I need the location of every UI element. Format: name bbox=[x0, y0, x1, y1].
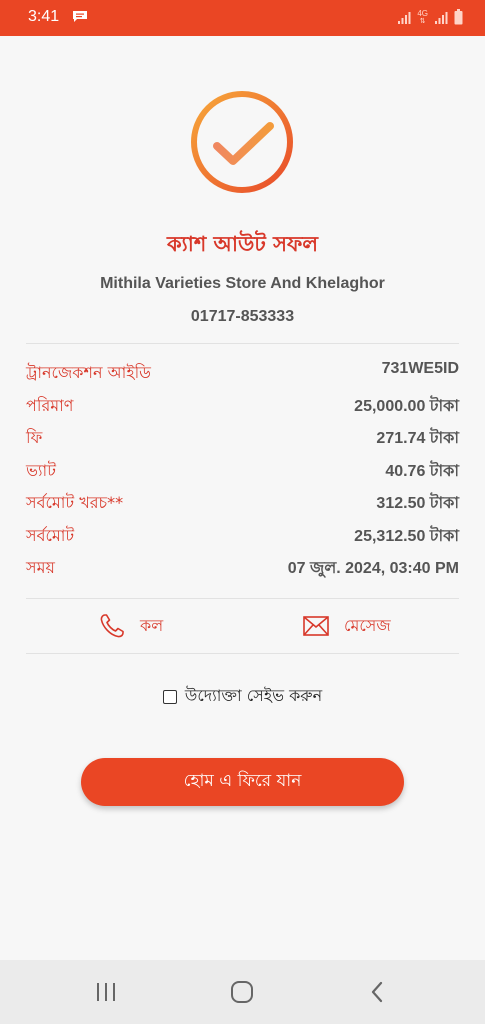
result-title: ক্যাশ আউট সফল bbox=[166, 232, 319, 256]
detail-label: ট্রানজেকশন আইডি bbox=[26, 363, 151, 382]
envelope-icon bbox=[303, 616, 329, 636]
back-button[interactable] bbox=[362, 977, 392, 1007]
signal-icon bbox=[398, 12, 411, 24]
save-entrepreneur-checkbox[interactable] bbox=[162, 689, 177, 704]
divider bbox=[26, 598, 459, 599]
detail-row-amount: পরিমাণ 25,000.00 টাকা bbox=[26, 391, 459, 424]
detail-row-transaction-id: ট্রানজেকশন আইডি 731WE5ID bbox=[26, 358, 459, 391]
divider bbox=[26, 343, 459, 344]
main-content: ক্যাশ আউট সফল Mithila Varieties Store An… bbox=[0, 36, 485, 960]
4g-icon: 4G ⇅ bbox=[417, 9, 428, 25]
signal-icon bbox=[435, 12, 448, 24]
message-icon bbox=[73, 11, 87, 22]
detail-value: 07 জুল. 2024, 03:40 PM bbox=[287, 560, 459, 577]
recent-apps-button[interactable] bbox=[91, 977, 121, 1007]
phone-icon bbox=[100, 614, 124, 638]
divider bbox=[26, 653, 459, 654]
navigation-bar bbox=[0, 960, 485, 1024]
detail-label: পরিমাণ bbox=[26, 395, 74, 415]
home-button[interactable]: হোম এ ফিরে যান bbox=[81, 758, 404, 806]
detail-row-vat: ভ্যাট 40.76 টাকা bbox=[26, 456, 459, 489]
transaction-details: ট্রানজেকশন আইডি 731WE5ID পরিমাণ 25,000.0… bbox=[26, 358, 459, 586]
detail-label: সময় bbox=[26, 558, 55, 577]
home-nav-button[interactable] bbox=[227, 977, 257, 1007]
merchant-name: Mithila Varieties Store And Khelaghor bbox=[100, 275, 385, 292]
save-entrepreneur-toggle[interactable]: উদ্যোক্তা সেইভ করুন bbox=[0, 683, 485, 710]
detail-value: 25,312.50 টাকা bbox=[354, 527, 459, 545]
back-icon bbox=[371, 981, 383, 1003]
home-icon bbox=[231, 981, 253, 1003]
detail-value: 312.50 টাকা bbox=[376, 495, 459, 512]
recent-apps-icon bbox=[97, 983, 115, 1001]
detail-row-total-charge: সর্বমোট খরচ** 312.50 টাকা bbox=[26, 488, 459, 521]
call-label: কল bbox=[140, 615, 164, 635]
detail-value: 731WE5ID bbox=[381, 360, 459, 377]
battery-icon bbox=[454, 9, 463, 25]
status-icons: 4G ⇅ bbox=[397, 9, 463, 25]
contact-actions: কল মেসেজ bbox=[0, 606, 485, 646]
call-button[interactable]: কল bbox=[98, 606, 163, 646]
detail-row-grand-total: সর্বমোট 25,312.50 টাকা bbox=[26, 521, 459, 554]
status-time: 3:41 bbox=[28, 8, 60, 25]
save-entrepreneur-label: উদ্যোক্তা সেইভ করুন bbox=[184, 686, 323, 705]
detail-value: 40.76 টাকা bbox=[385, 462, 459, 480]
message-button[interactable]: মেসেজ bbox=[302, 606, 391, 646]
status-bar: 3:41 4G ⇅ bbox=[0, 0, 485, 36]
message-label: মেসেজ bbox=[344, 615, 391, 635]
detail-label: ফি bbox=[26, 428, 43, 447]
detail-row-fee: ফি 271.74 টাকা bbox=[26, 423, 459, 456]
detail-value: 271.74 টাকা bbox=[376, 430, 459, 447]
merchant-phone: 01717-853333 bbox=[190, 308, 295, 325]
check-circle-icon bbox=[191, 91, 293, 193]
detail-value: 25,000.00 টাকা bbox=[354, 397, 459, 415]
detail-row-time: সময় 07 জুল. 2024, 03:40 PM bbox=[26, 553, 459, 586]
detail-label: ভ্যাট bbox=[26, 460, 56, 480]
detail-label: সর্বমোট bbox=[26, 525, 75, 545]
detail-label: সর্বমোট খরচ** bbox=[26, 493, 124, 512]
